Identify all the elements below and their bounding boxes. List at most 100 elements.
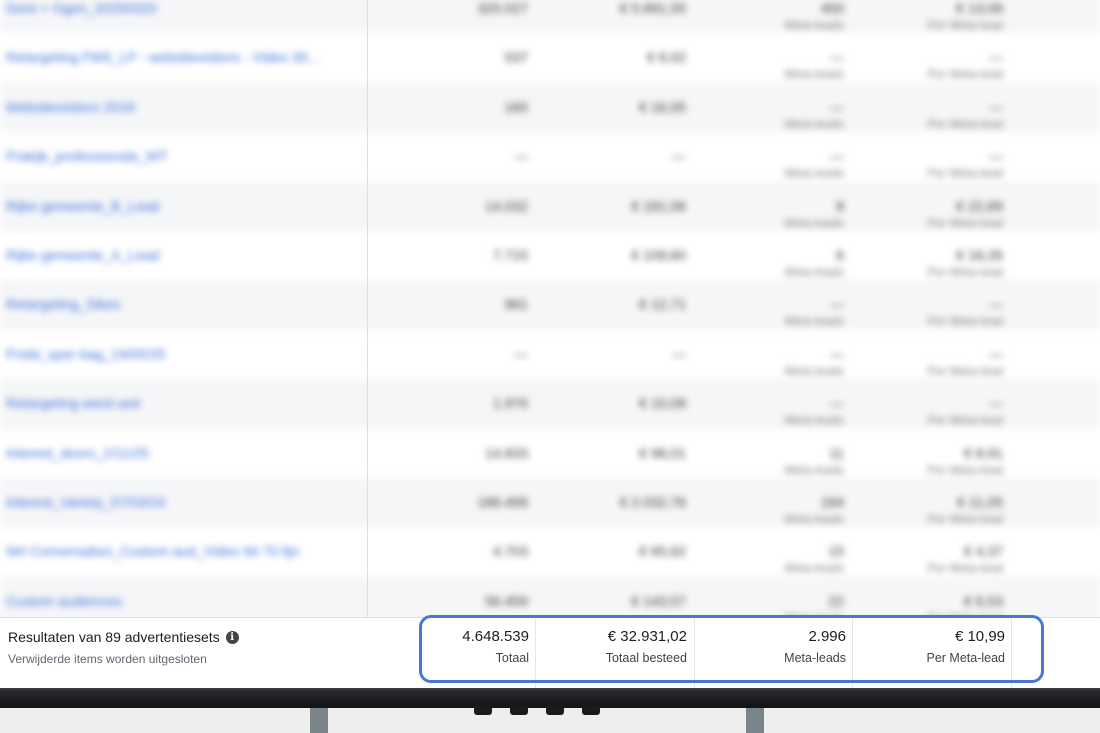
ad-set-name-link[interactable]: Retargeting_Sikes bbox=[6, 296, 120, 312]
info-icon[interactable]: i bbox=[225, 630, 239, 644]
table-row[interactable]: Prakijk_professionals_WT — — — Meta-leads — Pe… bbox=[0, 132, 1100, 181]
leads-sub-label: Meta-leads bbox=[784, 511, 844, 526]
leads-sub-label: Meta-leads bbox=[784, 116, 844, 131]
cost-per-lead-sub-label: Per Meta-lead bbox=[927, 413, 1003, 428]
cost-per-lead-cell: — bbox=[989, 148, 1003, 165]
spent-cell: — bbox=[672, 345, 686, 362]
spent-cell: € 16,05 bbox=[639, 98, 686, 115]
table-row[interactable]: Retargeting FMS_LP - websitevisitors - V… bbox=[0, 33, 1100, 82]
cost-per-lead-cell: € 13,09 bbox=[956, 0, 1003, 16]
totals-highlight-outline bbox=[419, 615, 1044, 683]
spent-cell: € 65,62 bbox=[639, 543, 686, 560]
table-row[interactable]: Rijke gemeente_B_Lead 14.032 € 181,56 8 Meta… bbox=[0, 181, 1100, 231]
ad-set-name-link[interactable]: Retargeting FMS_LP - websitevisitors - V… bbox=[6, 49, 319, 65]
ad-set-name-link[interactable]: Frisbi_oper bag_19/05/25 bbox=[6, 346, 166, 362]
leads-sub-label: Meta-leads bbox=[784, 264, 844, 279]
leads-cell: 15 bbox=[828, 543, 844, 560]
spent-cell: € 181,56 bbox=[631, 197, 687, 214]
cost-per-lead-sub-label: Per Meta-lead bbox=[927, 511, 1003, 526]
reach-cell: — bbox=[514, 148, 528, 165]
ad-sets-table-body: Gent + Ogen_20250320 320.027 € 5.891,55 450… bbox=[0, 0, 1100, 627]
leads-cell: 184 bbox=[820, 493, 844, 510]
table-row[interactable]: Rijke gemeente_A_Lead 7.715 € 109,60 6 Meta-… bbox=[0, 231, 1100, 280]
spent-cell: € 6,02 bbox=[647, 49, 686, 66]
cost-per-lead-sub-label: Per Meta-lead bbox=[927, 462, 1003, 477]
cost-per-lead-cell: — bbox=[989, 296, 1003, 313]
leads-sub-label: Meta-leads bbox=[784, 314, 844, 329]
cost-per-lead-sub-label: Per Meta-lead bbox=[927, 215, 1003, 230]
leads-cell: — bbox=[830, 296, 844, 313]
cost-per-lead-sub-label: Per Meta-lead bbox=[927, 166, 1003, 181]
ad-set-name-link[interactable]: Prakijk_professionals_WT bbox=[6, 148, 168, 164]
monitor-button[interactable] bbox=[582, 706, 600, 715]
cost-per-lead-cell: € 6,53 bbox=[964, 592, 1003, 609]
cost-per-lead-sub-label: Per Meta-lead bbox=[927, 116, 1003, 131]
monitor-button[interactable] bbox=[546, 706, 564, 715]
spent-cell: € 109,60 bbox=[631, 246, 687, 263]
reach-cell: 4.703 bbox=[492, 543, 528, 560]
cost-per-lead-sub-label: Per Meta-lead bbox=[927, 18, 1003, 32]
leads-sub-label: Meta-leads bbox=[784, 462, 844, 477]
leads-cell: 6 bbox=[836, 246, 844, 263]
table-row[interactable]: Retargeting_Sikes 961 € 12,71— Meta-leads — P… bbox=[0, 280, 1100, 330]
ad-set-name-link[interactable]: Retargeting werd ued bbox=[6, 395, 140, 411]
cost-per-lead-cell: — bbox=[989, 49, 1003, 66]
reach-cell: 56.459 bbox=[485, 592, 528, 609]
leads-cell: — bbox=[830, 395, 844, 412]
table-row[interactable]: Interest_doors_2/11/25 14.833 € 98,01 11 Met… bbox=[0, 429, 1100, 478]
reach-cell: 537 bbox=[504, 49, 528, 66]
reach-cell: 14.032 bbox=[485, 197, 528, 214]
cost-per-lead-cell: € 22,69 bbox=[956, 197, 1003, 214]
leads-sub-label: Meta-leads bbox=[784, 18, 844, 32]
reach-cell: 1.970 bbox=[492, 395, 528, 412]
leads-cell: 450 bbox=[820, 0, 844, 16]
cost-per-lead-sub-label: Per Meta-lead bbox=[927, 67, 1003, 82]
monitor-screen: Gent + Ogen_20250320 320.027 € 5.891,55 450… bbox=[0, 0, 1100, 690]
ad-set-name-link[interactable]: Interest_doors_2/11/25 bbox=[6, 445, 149, 461]
column-divider bbox=[367, 0, 368, 690]
table-row[interactable]: Frisbi_oper bag_19/05/25— — — Meta-leads — Pe… bbox=[0, 330, 1100, 379]
cost-per-lead-cell: — bbox=[989, 98, 1003, 115]
leads-cell: — bbox=[830, 98, 844, 115]
leads-sub-label: Meta-leads bbox=[784, 166, 844, 181]
ad-set-name-link[interactable]: NH Conversation_Custom aud_Video 94 70 l… bbox=[6, 543, 299, 559]
table-row[interactable]: NH Conversation_Custom aud_Video 94 70 l… bbox=[0, 527, 1100, 576]
monitor-stand-leg bbox=[310, 708, 328, 733]
ad-set-name-link[interactable]: Rijke gemeente_B_Lead bbox=[6, 198, 159, 214]
monitor-button[interactable] bbox=[474, 706, 492, 715]
spent-cell: € 2.032,76 bbox=[619, 493, 686, 510]
table-row[interactable]: Websitevisitors 2016 160 € 16,05— Meta-lead… bbox=[0, 82, 1100, 133]
spent-cell: — bbox=[672, 148, 686, 165]
table-row[interactable]: Interest_Variety_07/03/24 186.499 € 2.032,… bbox=[0, 477, 1100, 528]
monitor-button[interactable] bbox=[510, 706, 528, 715]
leads-sub-label: Meta-leads bbox=[784, 363, 844, 378]
monitor-stand-leg bbox=[746, 708, 764, 733]
reach-cell: 320.027 bbox=[477, 0, 528, 16]
reach-cell: 14.833 bbox=[485, 444, 528, 461]
ad-set-name-link[interactable]: Custom audiences bbox=[6, 593, 122, 609]
leads-sub-label: Meta-leads bbox=[784, 413, 844, 428]
leads-cell: — bbox=[830, 49, 844, 66]
spent-cell: € 12,71 bbox=[639, 296, 686, 313]
reach-cell: 160 bbox=[504, 98, 528, 115]
leads-cell: 11 bbox=[829, 444, 844, 461]
leads-cell: — bbox=[830, 148, 844, 165]
ad-set-name-link[interactable]: Gent + Ogen_20250320 bbox=[6, 0, 157, 16]
cost-per-lead-cell: € 18,26 bbox=[956, 246, 1003, 263]
leads-cell: 8 bbox=[836, 197, 844, 214]
leads-sub-label: Meta-leads bbox=[784, 67, 844, 82]
leads-sub-label: Meta-leads bbox=[784, 215, 844, 230]
spent-cell: € 143,57 bbox=[631, 592, 687, 609]
reach-cell: 7.715 bbox=[492, 246, 528, 263]
spent-cell: € 98,01 bbox=[639, 444, 686, 461]
ad-set-name-link[interactable]: Websitevisitors 2016 bbox=[6, 99, 135, 115]
cost-per-lead-sub-label: Per Meta-lead bbox=[927, 561, 1003, 576]
ad-set-name-link[interactable]: Rijke gemeente_A_Lead bbox=[6, 247, 159, 263]
table-row[interactable]: Gent + Ogen_20250320 320.027 € 5.891,55 450… bbox=[0, 0, 1100, 34]
leads-sub-label: Meta-leads bbox=[784, 561, 844, 576]
spent-cell: € 5.891,55 bbox=[619, 0, 686, 16]
leads-cell: — bbox=[830, 345, 844, 362]
cost-per-lead-cell: € 4,37 bbox=[964, 543, 1003, 560]
ad-set-name-link[interactable]: Interest_Variety_07/03/24 bbox=[6, 494, 165, 510]
table-row[interactable]: Retargeting werd ued 1.970 € 10,09— Meta-le… bbox=[0, 379, 1100, 429]
